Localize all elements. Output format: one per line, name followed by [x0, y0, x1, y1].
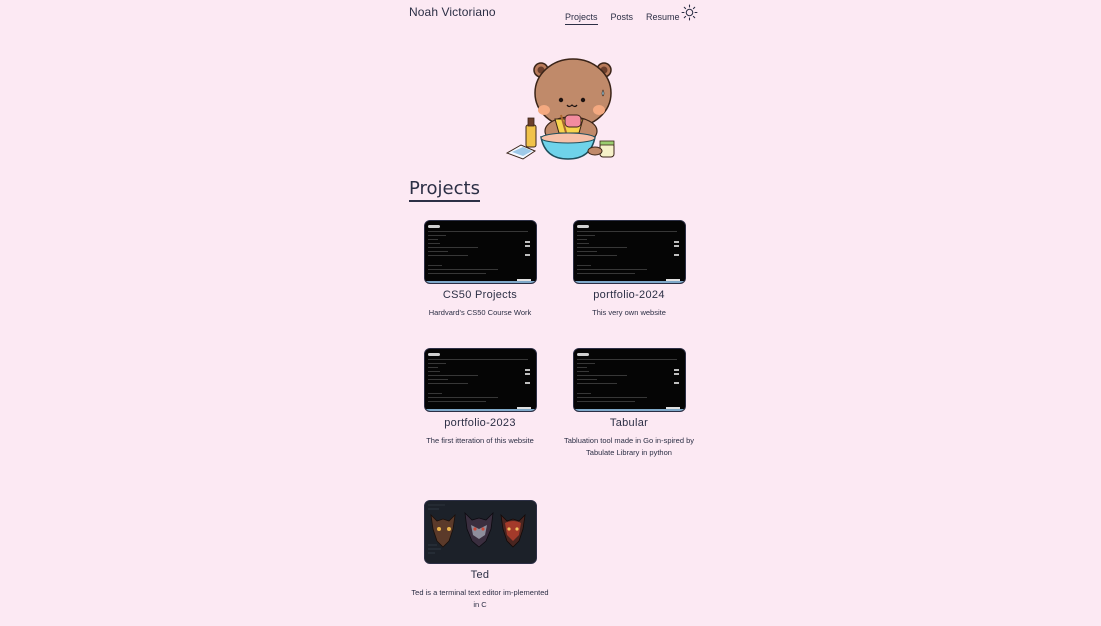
- terminal-screenshot-image: [573, 221, 685, 283]
- site-name[interactable]: Noah Victoriano: [409, 5, 496, 19]
- project-thumbnail[interactable]: [423, 500, 537, 564]
- masks-illustration: [424, 501, 536, 563]
- project-description: This very own website: [592, 308, 666, 317]
- project-card[interactable]: Ted Ted is a terminal text editor im-ple…: [405, 500, 555, 611]
- project-description: Ted is a terminal text editor im-plement…: [411, 588, 549, 609]
- project-title[interactable]: Ted: [405, 569, 555, 581]
- project-description: The first itteration of this website: [426, 436, 534, 445]
- nav-projects[interactable]: Projects: [565, 12, 598, 25]
- project-description: Hardvard's CS50 Course Work: [428, 308, 532, 317]
- project-card[interactable]: portfolio-2023 The first itteration of t…: [405, 348, 555, 447]
- project-title[interactable]: portfolio-2023: [405, 417, 555, 429]
- project-title[interactable]: portfolio-2024: [554, 289, 704, 301]
- terminal-screenshot-image: [424, 349, 536, 411]
- sun-icon[interactable]: [681, 4, 698, 21]
- project-description: Tabluation tool made in Go in-spired by …: [563, 436, 695, 457]
- project-thumbnail[interactable]: [572, 220, 686, 284]
- nav-posts[interactable]: Posts: [611, 12, 634, 25]
- terminal-screenshot-image: [424, 221, 536, 283]
- page: Noah Victoriano Projects Posts Resume Pr…: [0, 0, 1101, 626]
- project-card[interactable]: CS50 Projects Hardvard's CS50 Course Wor…: [405, 220, 555, 319]
- project-title[interactable]: CS50 Projects: [405, 289, 555, 301]
- project-thumbnail[interactable]: [572, 348, 686, 412]
- project-card[interactable]: Tabular Tabluation tool made in Go in-sp…: [554, 348, 704, 459]
- terminal-screenshot-image: [573, 349, 685, 411]
- main-nav: Projects Posts Resume: [565, 12, 680, 25]
- project-card[interactable]: portfolio-2024 This very own website: [554, 220, 704, 319]
- bear-baking-illustration: [505, 58, 615, 160]
- project-thumbnail[interactable]: [423, 220, 537, 284]
- project-thumbnail[interactable]: [423, 348, 537, 412]
- project-title[interactable]: Tabular: [554, 417, 704, 429]
- nav-resume[interactable]: Resume: [646, 12, 680, 25]
- section-title: Projects: [409, 178, 480, 202]
- site-header: Noah Victoriano Projects Posts Resume: [409, 0, 699, 30]
